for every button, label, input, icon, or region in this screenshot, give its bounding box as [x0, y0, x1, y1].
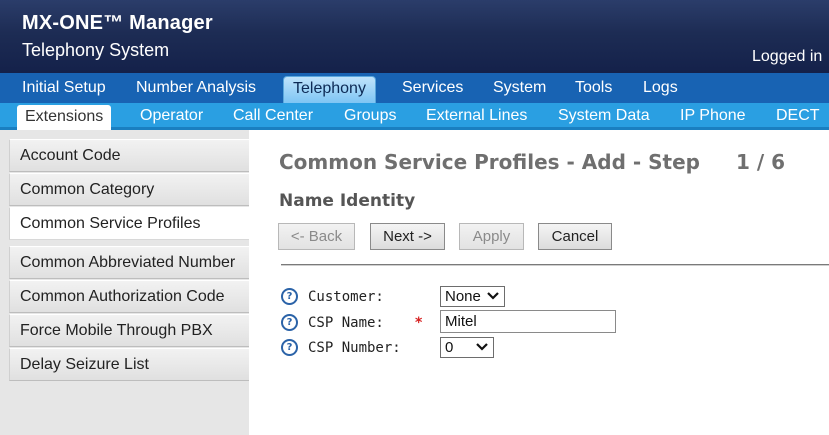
cancel-button[interactable]: Cancel: [538, 223, 612, 250]
main-nav-initial-setup[interactable]: Initial Setup: [22, 73, 106, 103]
required-marker: *: [415, 315, 423, 331]
divider: [281, 264, 829, 266]
sub-nav-external-lines[interactable]: External Lines: [426, 103, 527, 129]
app-header: MX-ONE™ Manager Telephony System Logged …: [0, 0, 829, 73]
chevron-down-icon: [487, 292, 499, 300]
main-nav: Initial Setup Number Analysis Telephony …: [0, 73, 829, 103]
sub-nav-groups[interactable]: Groups: [344, 103, 396, 129]
sub-nav: Extensions Operator Call Center Groups E…: [0, 103, 829, 130]
main-nav-telephony[interactable]: Telephony: [283, 76, 376, 103]
customer-select-value: None: [445, 288, 481, 305]
customer-label: Customer:: [308, 289, 384, 305]
help-circle-icon[interactable]: ?: [281, 314, 298, 331]
help-circle-icon[interactable]: ?: [281, 339, 298, 356]
csp-number-select-value: 0: [445, 339, 454, 356]
csp-number-select[interactable]: 0: [440, 337, 494, 358]
sidebar-item-common-authorization-code[interactable]: Common Authorization Code: [9, 280, 249, 313]
step-indicator: 1 / 6: [736, 150, 786, 174]
help-circle-icon[interactable]: ?: [281, 288, 298, 305]
chevron-down-icon: [476, 343, 488, 351]
main-nav-tools[interactable]: Tools: [575, 73, 612, 103]
section-title: Name Identity: [279, 191, 416, 211]
main-content: Common Service Profiles - Add - Step 1 /…: [249, 130, 829, 435]
back-button[interactable]: <- Back: [278, 223, 355, 250]
sub-nav-operator[interactable]: Operator: [140, 103, 203, 129]
sidebar-item-common-abbreviated-number[interactable]: Common Abbreviated Number: [9, 246, 249, 279]
customer-select[interactable]: None: [440, 286, 505, 307]
sub-nav-call-center[interactable]: Call Center: [233, 103, 313, 129]
main-nav-number-analysis[interactable]: Number Analysis: [136, 73, 256, 103]
page-title: Common Service Profiles - Add - Step: [279, 150, 700, 174]
sidebar: Account Code Common Category Common Serv…: [0, 130, 249, 435]
app-title: MX-ONE™ Manager: [22, 12, 213, 34]
next-button[interactable]: Next ->: [370, 223, 445, 250]
sub-nav-system-data[interactable]: System Data: [558, 103, 650, 129]
app-subtitle: Telephony System: [22, 40, 170, 60]
sub-nav-extensions[interactable]: Extensions: [17, 105, 112, 130]
sidebar-item-force-mobile-through-pbx[interactable]: Force Mobile Through PBX: [9, 314, 249, 347]
main-nav-services[interactable]: Services: [402, 73, 463, 103]
sidebar-item-account-code[interactable]: Account Code: [9, 139, 249, 172]
csp-name-input[interactable]: [440, 310, 616, 333]
logged-in-status: Logged in: [752, 48, 823, 65]
apply-button[interactable]: Apply: [459, 223, 524, 250]
sidebar-item-common-category[interactable]: Common Category: [9, 173, 249, 206]
main-nav-logs[interactable]: Logs: [643, 73, 678, 103]
main-nav-system[interactable]: System: [493, 73, 546, 103]
sidebar-item-common-service-profiles[interactable]: Common Service Profiles: [9, 207, 249, 240]
csp-name-label: CSP Name:: [308, 315, 384, 331]
sidebar-item-delay-seizure-list[interactable]: Delay Seizure List: [9, 348, 249, 381]
sub-nav-ip-phone[interactable]: IP Phone: [680, 103, 746, 129]
csp-number-label: CSP Number:: [308, 340, 401, 356]
sub-nav-dect[interactable]: DECT: [776, 103, 820, 129]
